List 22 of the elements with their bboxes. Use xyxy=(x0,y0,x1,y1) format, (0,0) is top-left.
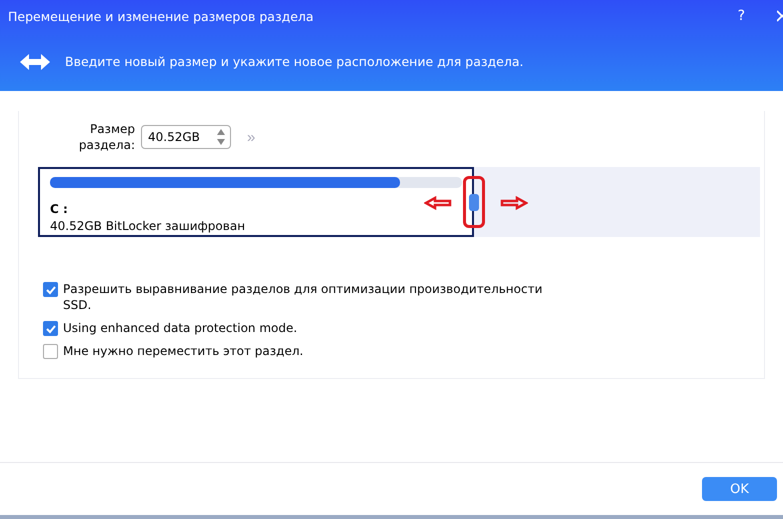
size-label: Размер раздела: xyxy=(78,121,135,153)
checkbox[interactable] xyxy=(43,282,58,297)
option-label: Using enhanced data protection mode. xyxy=(63,320,298,336)
instruction-text: Введите новый размер и укажите новое расположение для раздела. xyxy=(65,54,524,69)
partition-block[interactable]: C : 40.52GB BitLocker зашифрован xyxy=(38,167,474,237)
help-button[interactable]: ? xyxy=(734,8,749,24)
option-label: Разрешить выравнивание разделов для оптимизации производительности SSD. xyxy=(63,281,543,313)
right-arrow-icon xyxy=(500,196,528,210)
ok-button[interactable]: OK xyxy=(702,477,777,501)
checkbox[interactable] xyxy=(43,321,58,336)
double-arrow-icon xyxy=(20,52,50,72)
resize-handle[interactable] xyxy=(469,194,479,211)
option-label: Мне нужно переместить этот раздел. xyxy=(63,343,304,359)
spinner-icon[interactable] xyxy=(216,128,226,146)
size-field[interactable]: 40.52GB xyxy=(141,125,231,149)
partition-name: C : xyxy=(50,202,68,216)
highlight-frame xyxy=(463,176,485,228)
close-icon[interactable] xyxy=(777,10,783,22)
left-arrow-icon xyxy=(424,196,452,210)
checkbox[interactable] xyxy=(43,344,58,359)
partition-info: 40.52GB BitLocker зашифрован xyxy=(50,219,246,233)
window-title: Перемещение и изменение размеров раздела xyxy=(8,8,315,24)
